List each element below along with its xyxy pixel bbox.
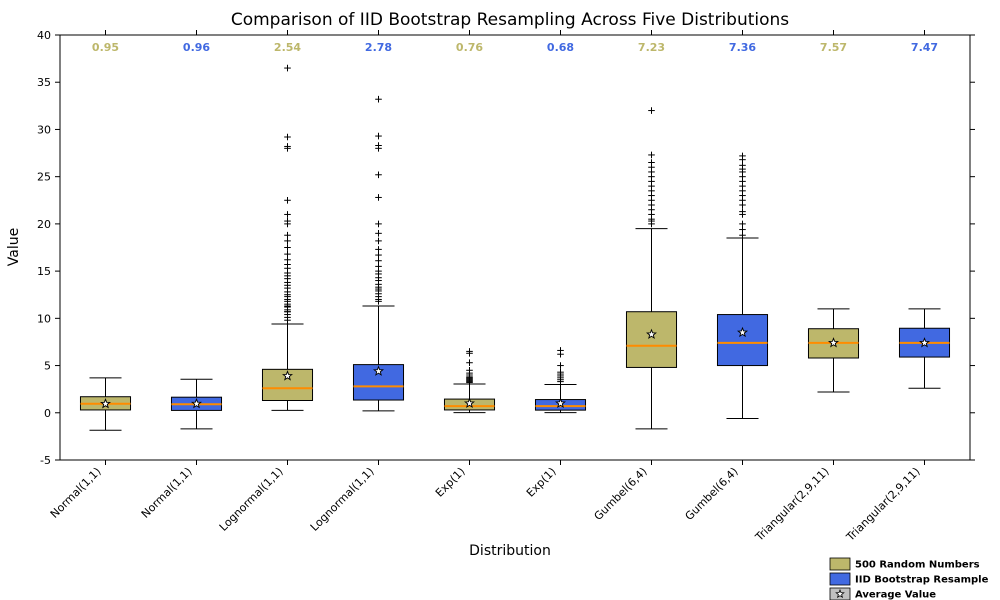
annotation-value: 7.23 — [638, 41, 665, 54]
legend-label: Average Value — [855, 590, 936, 600]
annotation-value: 0.68 — [547, 41, 574, 54]
y-tick-label: -5 — [40, 454, 51, 467]
boxplot-8 — [808, 309, 858, 392]
boxplot-chart: Comparison of IID Bootstrap Resampling A… — [0, 0, 1000, 600]
y-tick-label: 15 — [37, 265, 51, 278]
y-tick-label: 30 — [37, 123, 51, 136]
boxplot-2 — [262, 65, 312, 411]
legend-item: Average Value — [830, 588, 936, 600]
legend-swatch — [830, 573, 850, 585]
y-tick-label: 10 — [37, 312, 51, 325]
y-tick-label: 20 — [37, 218, 51, 231]
legend: 500 Random Numbers IID Bootstrap Resample… — [830, 558, 989, 600]
x-tick-label: Normal(1,1) — [48, 465, 104, 521]
boxplot-7 — [717, 153, 767, 419]
annotation-value: 0.96 — [183, 41, 210, 54]
y-tick-label: 25 — [37, 171, 51, 184]
chart-container: Comparison of IID Bootstrap Resampling A… — [0, 0, 1000, 600]
x-axis: Normal(1,1) Normal(1,1) Lognormal(1,1) Logn… — [48, 30, 925, 544]
annotation-value: 7.57 — [820, 41, 847, 54]
x-tick-label: Gumbel(6,4) — [683, 465, 741, 523]
boxplot-9 — [899, 309, 949, 388]
x-tick-label: Normal(1,1) — [139, 465, 195, 521]
boxplot-4 — [444, 348, 494, 413]
y-axis-label: Value — [6, 228, 22, 266]
legend-item: IID Bootstrap Resample — [830, 573, 989, 586]
x-tick-label: Triangular(2,9,11) — [843, 465, 922, 544]
y-tick-label: 0 — [44, 407, 51, 420]
box-iqr — [717, 315, 767, 366]
x-tick-label: Lognormal(1,1) — [308, 465, 377, 534]
annotation-value: 0.95 — [92, 41, 119, 54]
legend-label: IID Bootstrap Resample — [855, 575, 989, 586]
boxplot-0 — [80, 378, 130, 430]
annotation-value: 2.54 — [274, 41, 301, 54]
box-iqr — [626, 312, 676, 368]
boxplot-5 — [535, 347, 585, 412]
x-axis-label: Distribution — [469, 543, 551, 559]
boxplot-1 — [171, 379, 221, 429]
boxplot-3 — [353, 96, 403, 411]
legend-swatch — [830, 558, 850, 570]
annotations-row: 0.95 0.96 2.54 2.78 0.76 0.68 7.23 7.36 7.57 7.47 — [92, 41, 938, 54]
y-tick-label: 35 — [37, 76, 51, 89]
annotation-value: 2.78 — [365, 41, 392, 54]
x-tick-label: Lognormal(1,1) — [217, 465, 286, 534]
boxplot-6 — [626, 107, 676, 429]
x-tick-label: Exp(1) — [433, 465, 468, 500]
legend-label: 500 Random Numbers — [855, 560, 980, 571]
legend-item: 500 Random Numbers — [830, 558, 980, 571]
x-tick-label: Exp(1) — [524, 465, 559, 500]
x-tick-label: Gumbel(6,4) — [592, 465, 650, 523]
chart-title: Comparison of IID Bootstrap Resampling A… — [231, 10, 789, 30]
boxplots — [80, 65, 949, 430]
y-tick-label: 5 — [44, 360, 51, 373]
annotation-value: 0.76 — [456, 41, 483, 54]
annotation-value: 7.47 — [911, 41, 938, 54]
x-tick-label: Triangular(2,9,11) — [752, 465, 831, 544]
y-tick-label: 40 — [37, 29, 51, 42]
annotation-value: 7.36 — [729, 41, 756, 54]
